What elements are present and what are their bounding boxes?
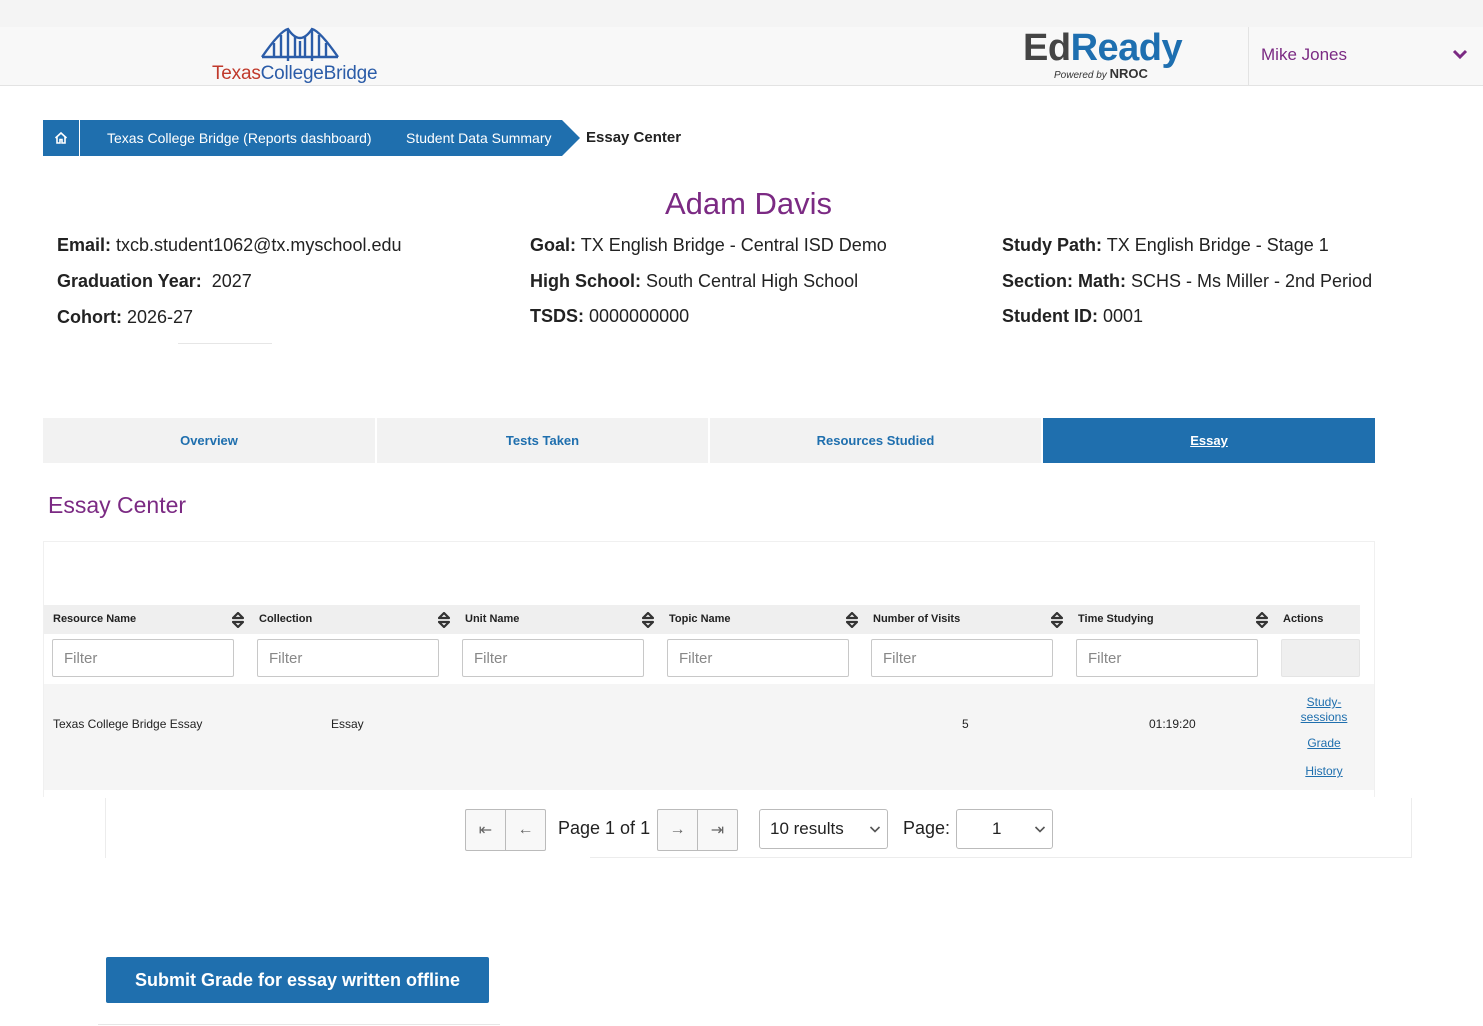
essay-table: Resource Name Collection Unit Name Topic… — [43, 541, 1375, 797]
high-school-info: High School: South Central High School — [530, 271, 859, 291]
filter-topic-name[interactable] — [667, 639, 849, 677]
texas-college-bridge-logo[interactable]: TexasCollegeBridge — [210, 27, 395, 85]
section-title: Essay Center — [48, 492, 187, 518]
previous-page-button[interactable]: ← — [505, 809, 546, 851]
site-header: TexasCollegeBridge EdReady Powered by NR… — [0, 27, 1483, 86]
filter-resource-name[interactable] — [52, 639, 234, 677]
sort-icon[interactable] — [232, 612, 244, 628]
filter-time-studying[interactable] — [1076, 639, 1258, 677]
email-info: Email: txcb.student1062@tx.myschool.edu — [57, 235, 402, 255]
user-name: Mike Jones — [1261, 45, 1347, 64]
column-number-of-visits[interactable]: Number of Visits — [864, 605, 1069, 634]
bridge-icon — [261, 27, 339, 61]
sort-icon[interactable] — [1051, 612, 1063, 628]
column-resource-name[interactable]: Resource Name — [44, 605, 249, 634]
filter-collection[interactable] — [257, 639, 439, 677]
next-page-button[interactable]: → — [657, 809, 698, 851]
edready-wordmark: EdReady — [1023, 27, 1183, 69]
student-name: Adam Davis — [664, 186, 833, 221]
edready-logo[interactable]: EdReady Powered by NROC — [1023, 27, 1198, 85]
chevron-down-icon[interactable] — [1451, 45, 1469, 63]
filter-number-of-visits[interactable] — [871, 639, 1053, 677]
user-menu[interactable]: Mike Jones — [1248, 27, 1483, 85]
sort-icon[interactable] — [1256, 612, 1268, 628]
filter-row — [44, 634, 1360, 682]
column-unit-name[interactable]: Unit Name — [456, 605, 661, 634]
tab-bar: Overview Tests Taken Resources Studied E… — [43, 418, 1375, 463]
divider — [178, 343, 272, 344]
filter-actions-placeholder — [1281, 639, 1360, 677]
grade-link[interactable]: Grade — [1294, 736, 1354, 751]
results-per-page-select[interactable]: 10 results — [759, 809, 888, 849]
tab-overview[interactable]: Overview — [43, 418, 375, 463]
column-collection[interactable]: Collection — [250, 605, 455, 634]
cell-resource-name: Texas College Bridge Essay — [53, 717, 203, 731]
page-select-label: Page: — [903, 818, 951, 838]
sort-icon[interactable] — [642, 612, 654, 628]
sort-icon[interactable] — [438, 612, 450, 628]
chevron-down-icon — [1034, 826, 1046, 833]
powered-by-nroc: Powered by NROC — [1054, 66, 1148, 81]
cell-number-of-visits: 5 — [962, 717, 969, 731]
sort-icon[interactable] — [846, 612, 858, 628]
student-id-info: Student ID: 0001 — [1002, 306, 1144, 326]
breadcrumb-student-data-summary[interactable]: Student Data Summary — [381, 120, 580, 156]
cell-collection: Essay — [331, 717, 364, 731]
submit-offline-grade-button[interactable]: Submit Grade for essay written offline — [106, 957, 489, 1003]
breadcrumb-current: Essay Center — [586, 129, 682, 146]
tsds-info: TSDS: 0000000000 — [530, 306, 690, 326]
brand-wordmark: TexasCollegeBridge — [212, 63, 378, 84]
study-path-info: Study Path: TX English Bridge - Stage 1 — [1002, 235, 1329, 255]
last-page-button[interactable]: ⇥ — [697, 809, 738, 851]
filter-unit-name[interactable] — [462, 639, 644, 677]
goal-info: Goal: TX English Bridge - Central ISD De… — [530, 235, 887, 255]
page-number-select[interactable]: 1 — [956, 809, 1053, 849]
column-actions: Actions — [1283, 613, 1324, 625]
page-indicator: Page 1 of 1 — [558, 818, 651, 838]
breadcrumb-reports-dashboard[interactable]: Texas College Bridge (Reports dashboard) — [79, 120, 425, 156]
graduation-info: Graduation Year: 2027 — [57, 271, 252, 291]
page-number-value: 1 — [992, 819, 1002, 838]
column-time-studying[interactable]: Time Studying — [1069, 605, 1274, 634]
section-info: Section: Math: SCHS - Ms Miller - 2nd Pe… — [1002, 271, 1373, 291]
results-per-page-value: 10 results — [770, 819, 844, 838]
table-header: Resource Name Collection Unit Name Topic… — [44, 605, 1360, 634]
divider — [98, 1024, 500, 1025]
breadcrumb-home[interactable] — [43, 120, 79, 156]
tab-essay[interactable]: Essay — [1043, 418, 1375, 463]
cohort-info: Cohort: 2026-27 — [57, 307, 194, 327]
home-icon — [54, 131, 68, 144]
first-page-button[interactable]: ⇤ — [465, 809, 506, 851]
tab-tests-taken[interactable]: Tests Taken — [377, 418, 708, 463]
history-link[interactable]: History — [1294, 764, 1354, 779]
study-sessions-link[interactable]: Study-sessions — [1294, 695, 1354, 725]
pagination-divider — [590, 857, 1412, 858]
cell-time-studying: 01:19:20 — [1149, 717, 1196, 731]
top-strip — [0, 0, 1483, 27]
column-topic-name[interactable]: Topic Name — [660, 605, 865, 634]
tab-resources-studied[interactable]: Resources Studied — [710, 418, 1041, 463]
table-row: Texas College Bridge Essay Essay 5 01:19… — [44, 684, 1374, 790]
chevron-down-icon — [869, 826, 881, 833]
